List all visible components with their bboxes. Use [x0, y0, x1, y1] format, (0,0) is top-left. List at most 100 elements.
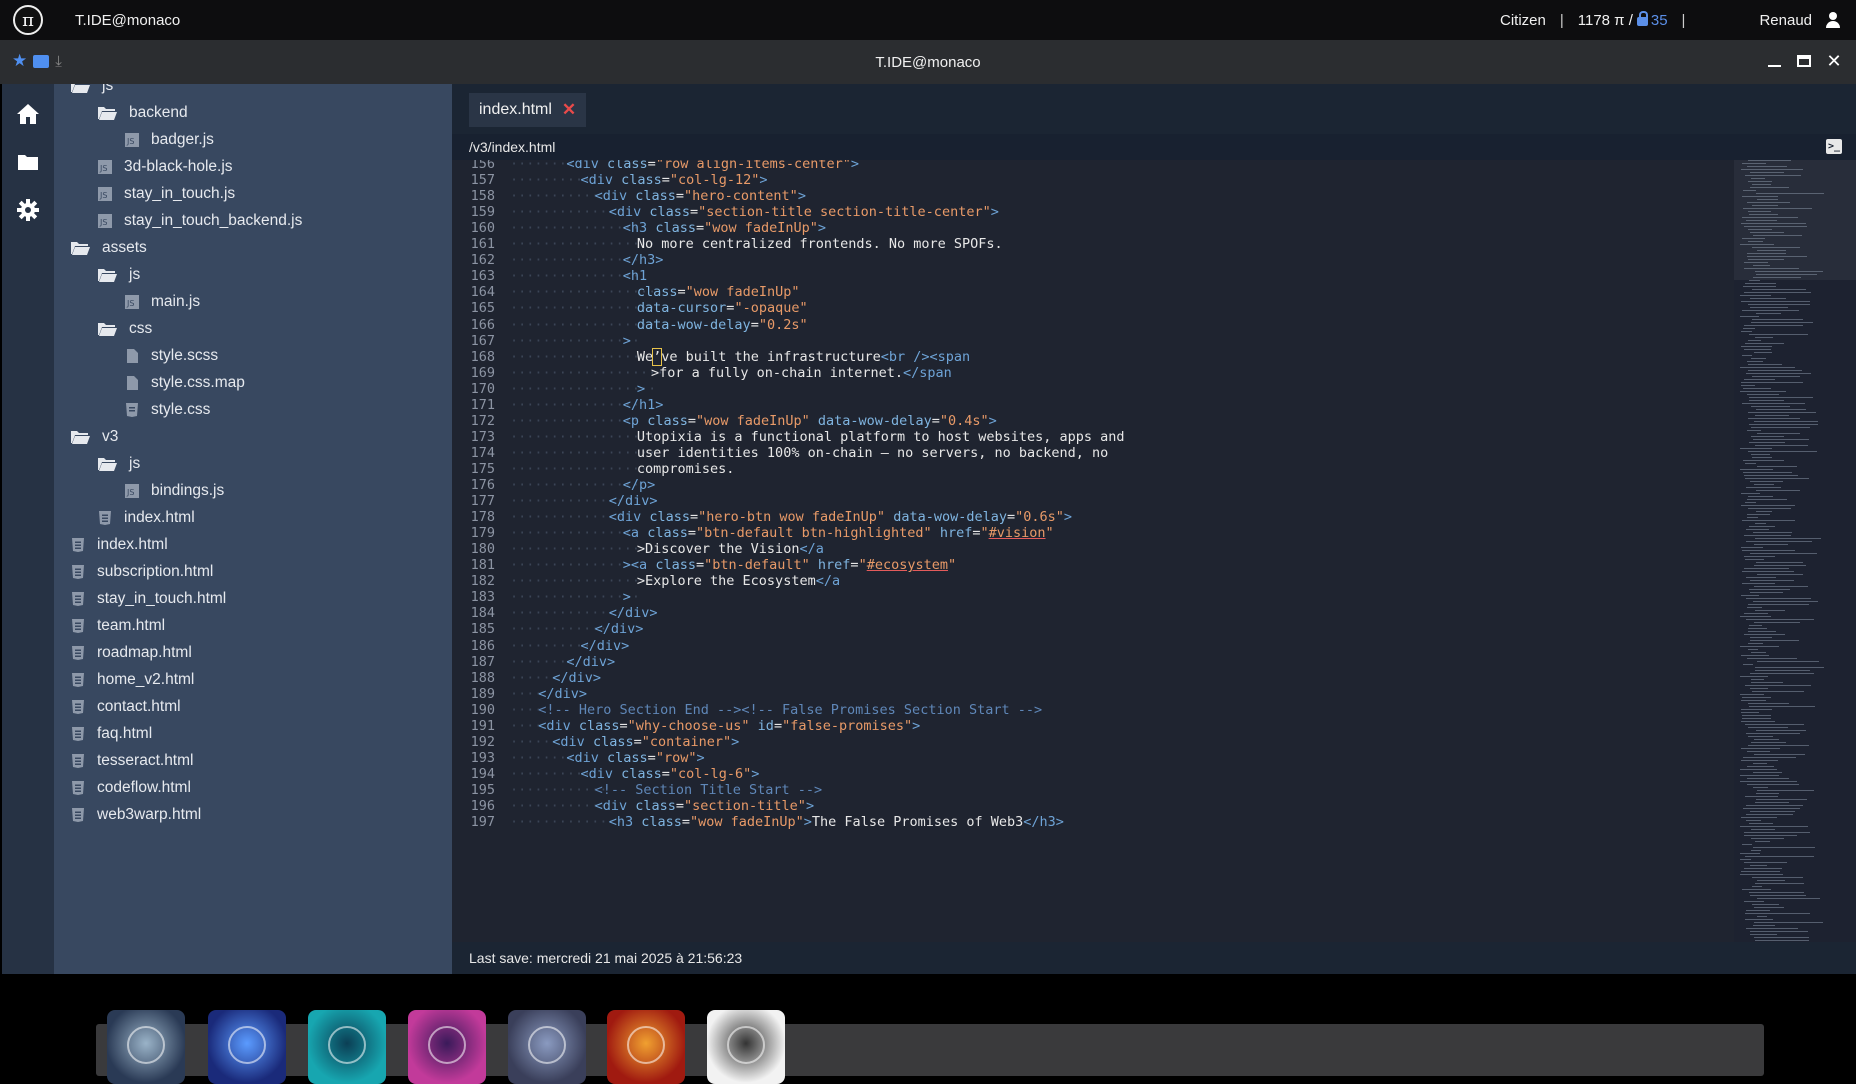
- minimap-line: [1750, 232, 1784, 233]
- minimap-line: [1743, 190, 1756, 191]
- tree-folder[interactable]: v3: [71, 425, 118, 449]
- network-cube-app-icon[interactable]: [308, 1010, 386, 1084]
- tree-file[interactable]: web3warp.html: [71, 803, 201, 827]
- svg-text:JS: JS: [99, 218, 107, 227]
- close-icon: ✕: [1826, 50, 1842, 71]
- minimap-line: [1745, 463, 1756, 464]
- home-icon[interactable]: [16, 102, 40, 126]
- minimap-line: [1740, 391, 1786, 392]
- crypto-cube-app-icon[interactable]: [408, 1010, 486, 1084]
- tree-file[interactable]: team.html: [71, 614, 165, 638]
- code-line: 197 ·············· <h3 class="wow fadeInUp…: [452, 813, 1734, 832]
- tree-file[interactable]: tesseract.html: [71, 749, 193, 773]
- minimap-line: [1740, 244, 1774, 245]
- code-token: <div: [580, 172, 622, 189]
- tree-file[interactable]: home_v2.html: [71, 668, 194, 692]
- tree-file[interactable]: roadmap.html: [71, 641, 192, 665]
- minimap-line: [1740, 826, 1808, 827]
- minimap-line: [1749, 892, 1804, 893]
- close-tab-icon[interactable]: ✕: [562, 100, 576, 120]
- minimap-line: [1745, 502, 1756, 503]
- tab-index-html[interactable]: index.html ✕: [469, 93, 587, 127]
- tree-folder[interactable]: js: [71, 84, 113, 98]
- star-icon[interactable]: ★: [12, 52, 27, 70]
- tab-bar: index.html ✕: [452, 84, 1856, 134]
- app-emblem: [528, 1026, 566, 1064]
- folder-icon[interactable]: [16, 150, 40, 174]
- code-token: "container": [641, 733, 732, 750]
- tree-file[interactable]: index.html: [71, 533, 168, 557]
- code-token: data-wow-delay: [636, 316, 751, 333]
- html-file-icon: [71, 808, 85, 822]
- wallet-icon[interactable]: [33, 54, 50, 68]
- minimap-line: [1754, 622, 1800, 623]
- tree-item-label: main.js: [151, 293, 201, 310]
- chat-bot-app-icon[interactable]: [208, 1010, 286, 1084]
- code-token: </div>: [594, 621, 644, 638]
- code-token: class: [621, 765, 662, 782]
- pillar-app-icon[interactable]: [607, 1010, 685, 1084]
- minimap-line: [1748, 628, 1767, 629]
- minimap[interactable]: [1734, 160, 1856, 942]
- tree-folder[interactable]: js: [98, 452, 140, 476]
- code-token: >: [803, 814, 812, 831]
- user-name[interactable]: Renaud: [1759, 12, 1812, 29]
- minimap-line: [1751, 682, 1783, 683]
- minimap-line: [1741, 748, 1780, 749]
- terminal-icon[interactable]: >_: [1826, 139, 1842, 154]
- flower-of-life-app-icon[interactable]: [707, 1010, 785, 1084]
- tree-file[interactable]: subscription.html: [71, 560, 213, 584]
- window-title-bar: ★ ⤓ T.IDE@monaco ✕: [0, 40, 1856, 84]
- tree-file[interactable]: JS main.js: [125, 290, 200, 314]
- minimap-line: [1740, 367, 1795, 368]
- minimap-line: [1750, 934, 1777, 935]
- tree-folder[interactable]: assets: [71, 236, 147, 260]
- minimap-line: [1744, 832, 1810, 833]
- code-token: </h3>: [1023, 814, 1064, 831]
- minimap-line: [1749, 526, 1775, 527]
- minimap-line: [1748, 340, 1761, 341]
- minimize-button[interactable]: [1764, 50, 1784, 72]
- minimap-line: [1744, 268, 1799, 269]
- minimap-line: [1745, 343, 1784, 344]
- minimap-line: [1741, 301, 1810, 302]
- gear-icon[interactable]: [16, 198, 40, 222]
- tree-file[interactable]: style.css.map: [125, 371, 245, 395]
- minimap-line: [1740, 646, 1779, 647]
- code-token: The False Promises of Web3: [811, 814, 1024, 831]
- web3-emblem-app-icon[interactable]: [508, 1010, 586, 1084]
- download-icon[interactable]: ⤓: [55, 53, 62, 70]
- code-token: "why-choose-us": [627, 717, 750, 734]
- html-file-icon: [71, 565, 85, 579]
- code-area[interactable]: 156 ········ <div class="row align-items-c…: [452, 160, 1734, 942]
- tree-file[interactable]: JS stay_in_touch_backend.js: [98, 209, 302, 233]
- minimap-line: [1742, 715, 1771, 716]
- cloud-circuit-app-icon[interactable]: [107, 1010, 185, 1084]
- tree-file[interactable]: contact.html: [71, 695, 181, 719]
- tree-folder[interactable]: css: [98, 317, 152, 341]
- tree-file[interactable]: codeflow.html: [71, 776, 191, 800]
- user-icon[interactable]: [1824, 11, 1842, 29]
- tree-file[interactable]: style.scss: [125, 344, 218, 368]
- minimap-line: [1746, 820, 1761, 821]
- html-file-icon: [98, 511, 112, 525]
- tree-folder[interactable]: js: [98, 263, 140, 287]
- minimap-line: [1745, 175, 1801, 176]
- pi-logo-icon[interactable]: π: [13, 5, 43, 35]
- minimap-line: [1747, 430, 1761, 431]
- tree-file[interactable]: JS badger.js: [125, 128, 214, 152]
- minimap-line: [1749, 214, 1778, 215]
- tree-folder[interactable]: backend: [98, 101, 188, 125]
- folder-open-icon: [98, 457, 117, 471]
- minimap-line: [1757, 466, 1797, 467]
- tree-file[interactable]: index.html: [98, 506, 195, 530]
- close-button[interactable]: ✕: [1824, 50, 1844, 72]
- maximize-button[interactable]: [1794, 50, 1814, 72]
- tree-file[interactable]: JS stay_in_touch.js: [98, 182, 235, 206]
- tree-file[interactable]: stay_in_touch.html: [71, 587, 226, 611]
- tree-file[interactable]: JS bindings.js: [125, 479, 224, 503]
- code-token: <div: [608, 509, 650, 526]
- tree-file[interactable]: faq.html: [71, 722, 152, 746]
- tree-file[interactable]: JS 3d-black-hole.js: [98, 155, 233, 179]
- tree-file[interactable]: style.css: [125, 398, 210, 422]
